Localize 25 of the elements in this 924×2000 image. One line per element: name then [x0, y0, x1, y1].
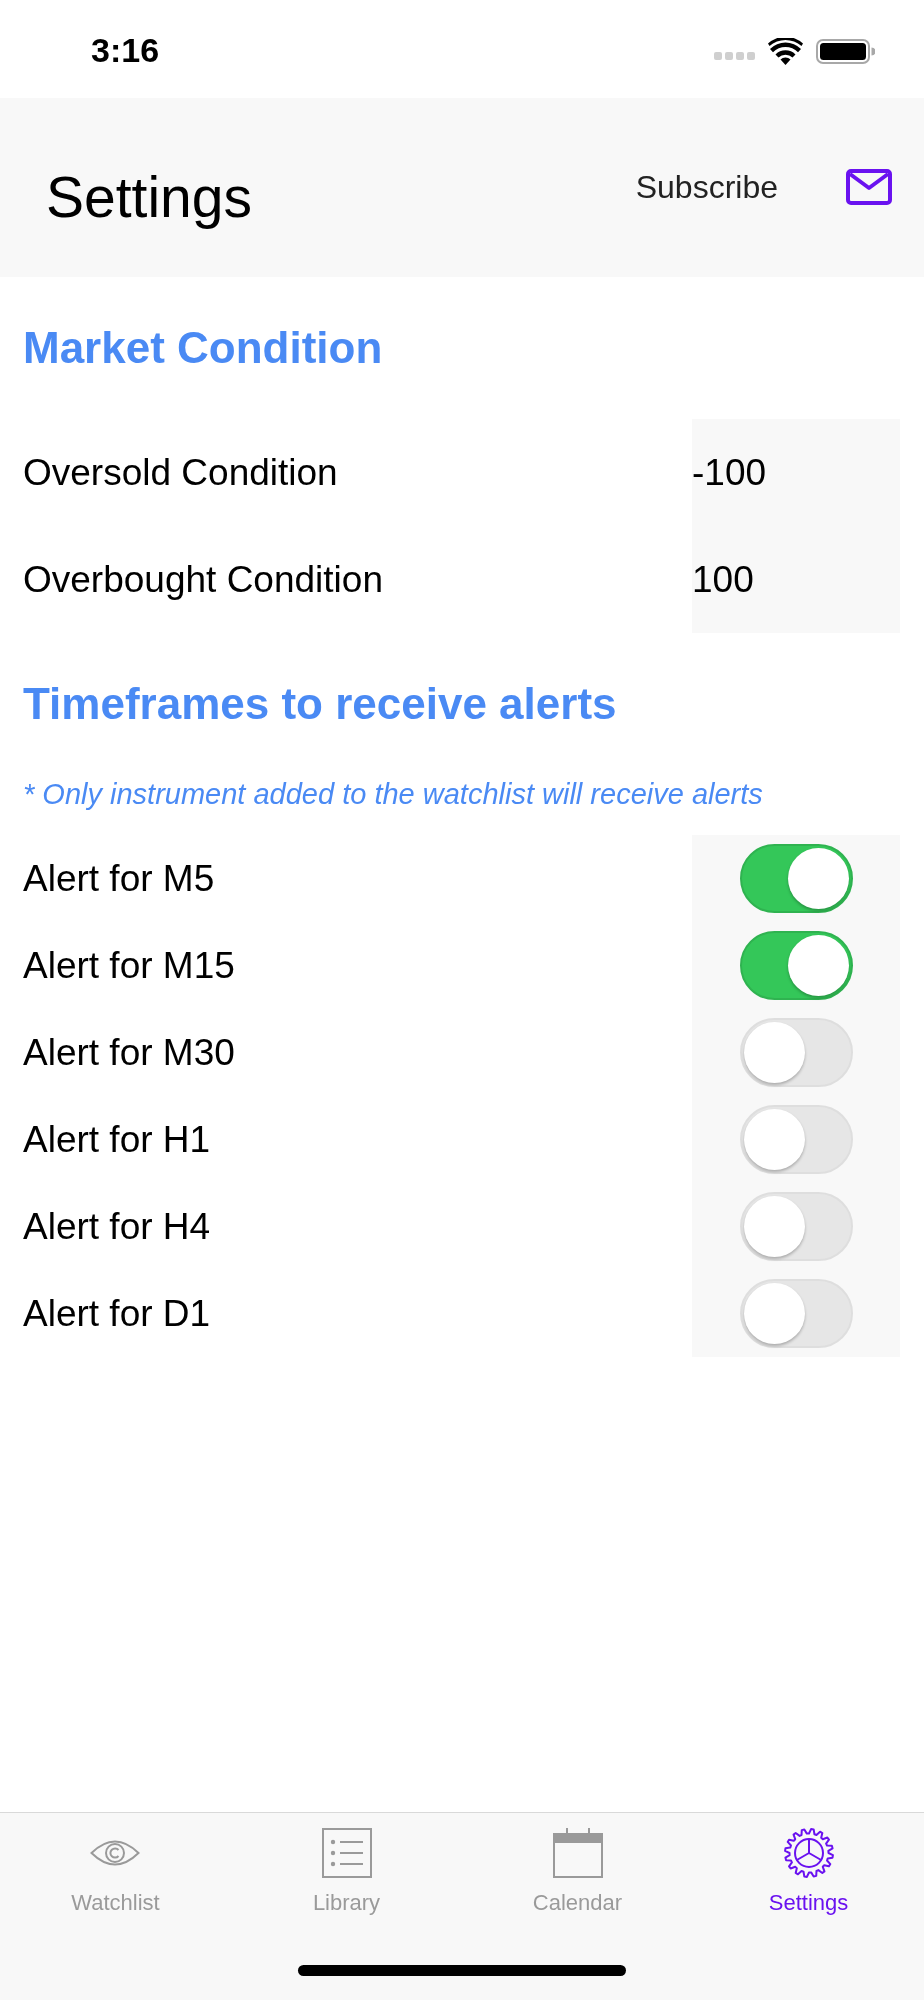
value-field[interactable]: 100	[692, 557, 754, 602]
page-title: Settings	[46, 164, 252, 231]
tab[interactable]: Settings	[768, 1828, 849, 1917]
row-label: Overbought Condition	[23, 557, 383, 602]
row-label: Oversold Condition	[23, 450, 338, 495]
section-heading: Market Condition	[23, 322, 383, 374]
row-label: Alert for H1	[23, 1117, 211, 1162]
calendar-icon	[552, 1828, 603, 1878]
gear-icon	[783, 1828, 834, 1878]
subscribe-button[interactable]: Subscribe	[635, 162, 778, 212]
note-text: * Only instrument added to the watchlist will receive alerts	[23, 777, 763, 812]
mail-icon[interactable]	[846, 169, 892, 205]
row-label: Alert for H4	[23, 1204, 211, 1249]
row-label: Alert for D1	[23, 1291, 211, 1336]
battery-icon	[816, 38, 875, 64]
value-field[interactable]: -100	[692, 450, 767, 495]
status-time: 3:16	[91, 30, 160, 70]
section-heading: Timeframes to receive alerts	[23, 678, 617, 730]
row-label: Alert for M15	[23, 943, 235, 988]
eye-icon	[90, 1839, 141, 1867]
list-icon	[321, 1828, 372, 1878]
row-label: Alert for M5	[23, 856, 215, 901]
wifi-icon	[768, 37, 803, 65]
row-label: Alert for M30	[23, 1030, 235, 1075]
signal-icon	[714, 51, 755, 61]
